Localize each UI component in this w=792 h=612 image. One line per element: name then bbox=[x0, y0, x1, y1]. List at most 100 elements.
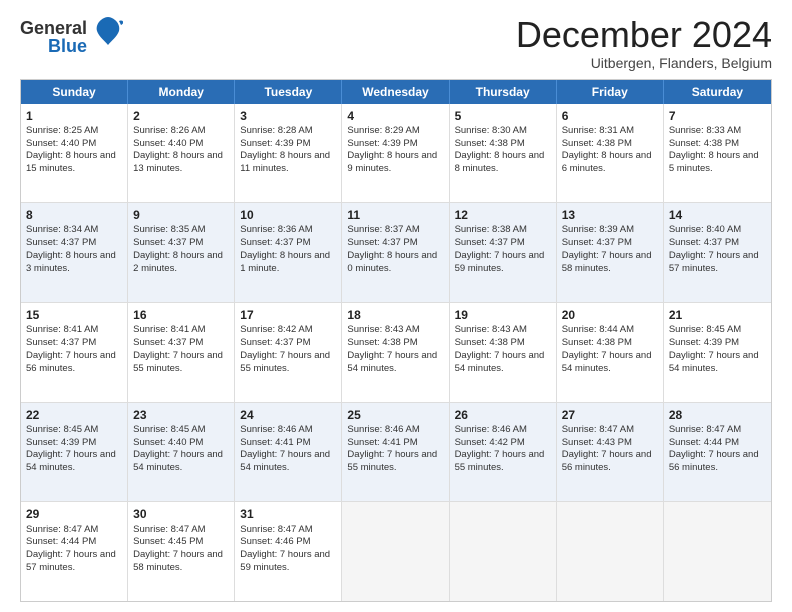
daylight-text: Daylight: 7 hours and 54 minutes. bbox=[669, 350, 759, 374]
logo-bird-icon bbox=[93, 15, 123, 58]
sunset-text: Sunset: 4:46 PM bbox=[240, 536, 310, 547]
sunset-text: Sunset: 4:43 PM bbox=[562, 437, 632, 448]
day-number: 5 bbox=[455, 108, 551, 124]
day-number: 17 bbox=[240, 307, 336, 323]
sunset-text: Sunset: 4:39 PM bbox=[669, 337, 739, 348]
header-friday: Friday bbox=[557, 80, 664, 104]
calendar-cell: 26 Sunrise: 8:46 AM Sunset: 4:42 PM Dayl… bbox=[450, 403, 557, 502]
calendar-cell: 4 Sunrise: 8:29 AM Sunset: 4:39 PM Dayli… bbox=[342, 104, 449, 203]
calendar-cell: 12 Sunrise: 8:38 AM Sunset: 4:37 PM Dayl… bbox=[450, 203, 557, 302]
header-saturday: Saturday bbox=[664, 80, 771, 104]
day-number: 14 bbox=[669, 207, 766, 223]
calendar-row: 15 Sunrise: 8:41 AM Sunset: 4:37 PM Dayl… bbox=[21, 303, 771, 403]
sunrise-text: Sunrise: 8:25 AM bbox=[26, 125, 98, 136]
calendar-body: 1 Sunrise: 8:25 AM Sunset: 4:40 PM Dayli… bbox=[21, 104, 771, 601]
sunset-text: Sunset: 4:37 PM bbox=[455, 237, 525, 248]
calendar-cell: 21 Sunrise: 8:45 AM Sunset: 4:39 PM Dayl… bbox=[664, 303, 771, 402]
day-number: 12 bbox=[455, 207, 551, 223]
day-number: 23 bbox=[133, 407, 229, 423]
header-wednesday: Wednesday bbox=[342, 80, 449, 104]
sunrise-text: Sunrise: 8:36 AM bbox=[240, 224, 312, 235]
sunrise-text: Sunrise: 8:47 AM bbox=[562, 424, 634, 435]
sunset-text: Sunset: 4:37 PM bbox=[133, 237, 203, 248]
day-number: 4 bbox=[347, 108, 443, 124]
daylight-text: Daylight: 8 hours and 9 minutes. bbox=[347, 150, 437, 174]
sunset-text: Sunset: 4:41 PM bbox=[240, 437, 310, 448]
sunset-text: Sunset: 4:37 PM bbox=[26, 337, 96, 348]
logo: General Blue bbox=[20, 15, 123, 58]
sunrise-text: Sunrise: 8:34 AM bbox=[26, 224, 98, 235]
sunrise-text: Sunrise: 8:41 AM bbox=[26, 324, 98, 335]
sunrise-text: Sunrise: 8:45 AM bbox=[669, 324, 741, 335]
sunrise-text: Sunrise: 8:47 AM bbox=[240, 524, 312, 535]
daylight-text: Daylight: 8 hours and 6 minutes. bbox=[562, 150, 652, 174]
daylight-text: Daylight: 8 hours and 3 minutes. bbox=[26, 250, 116, 274]
header-monday: Monday bbox=[128, 80, 235, 104]
daylight-text: Daylight: 7 hours and 55 minutes. bbox=[133, 350, 223, 374]
daylight-text: Daylight: 7 hours and 54 minutes. bbox=[455, 350, 545, 374]
calendar-cell: 3 Sunrise: 8:28 AM Sunset: 4:39 PM Dayli… bbox=[235, 104, 342, 203]
sunrise-text: Sunrise: 8:46 AM bbox=[347, 424, 419, 435]
calendar-cell: 28 Sunrise: 8:47 AM Sunset: 4:44 PM Dayl… bbox=[664, 403, 771, 502]
daylight-text: Daylight: 8 hours and 13 minutes. bbox=[133, 150, 223, 174]
sunset-text: Sunset: 4:37 PM bbox=[133, 337, 203, 348]
day-number: 31 bbox=[240, 506, 336, 522]
header-tuesday: Tuesday bbox=[235, 80, 342, 104]
day-number: 20 bbox=[562, 307, 658, 323]
daylight-text: Daylight: 8 hours and 5 minutes. bbox=[669, 150, 759, 174]
calendar: Sunday Monday Tuesday Wednesday Thursday… bbox=[20, 79, 772, 602]
day-number: 30 bbox=[133, 506, 229, 522]
daylight-text: Daylight: 8 hours and 0 minutes. bbox=[347, 250, 437, 274]
calendar-cell: 23 Sunrise: 8:45 AM Sunset: 4:40 PM Dayl… bbox=[128, 403, 235, 502]
calendar-cell: 5 Sunrise: 8:30 AM Sunset: 4:38 PM Dayli… bbox=[450, 104, 557, 203]
calendar-cell: 1 Sunrise: 8:25 AM Sunset: 4:40 PM Dayli… bbox=[21, 104, 128, 203]
daylight-text: Daylight: 7 hours and 54 minutes. bbox=[133, 449, 223, 473]
day-number: 25 bbox=[347, 407, 443, 423]
calendar-cell bbox=[557, 502, 664, 601]
calendar-cell: 9 Sunrise: 8:35 AM Sunset: 4:37 PM Dayli… bbox=[128, 203, 235, 302]
day-number: 19 bbox=[455, 307, 551, 323]
sunrise-text: Sunrise: 8:31 AM bbox=[562, 125, 634, 136]
day-number: 26 bbox=[455, 407, 551, 423]
calendar-cell: 19 Sunrise: 8:43 AM Sunset: 4:38 PM Dayl… bbox=[450, 303, 557, 402]
sunrise-text: Sunrise: 8:45 AM bbox=[26, 424, 98, 435]
calendar-row: 29 Sunrise: 8:47 AM Sunset: 4:44 PM Dayl… bbox=[21, 502, 771, 601]
sunrise-text: Sunrise: 8:47 AM bbox=[133, 524, 205, 535]
sunrise-text: Sunrise: 8:43 AM bbox=[455, 324, 527, 335]
daylight-text: Daylight: 8 hours and 15 minutes. bbox=[26, 150, 116, 174]
daylight-text: Daylight: 8 hours and 11 minutes. bbox=[240, 150, 330, 174]
day-number: 13 bbox=[562, 207, 658, 223]
day-number: 18 bbox=[347, 307, 443, 323]
daylight-text: Daylight: 8 hours and 2 minutes. bbox=[133, 250, 223, 274]
calendar-cell: 24 Sunrise: 8:46 AM Sunset: 4:41 PM Dayl… bbox=[235, 403, 342, 502]
calendar-cell: 17 Sunrise: 8:42 AM Sunset: 4:37 PM Dayl… bbox=[235, 303, 342, 402]
calendar-cell: 15 Sunrise: 8:41 AM Sunset: 4:37 PM Dayl… bbox=[21, 303, 128, 402]
day-number: 29 bbox=[26, 506, 122, 522]
calendar-cell: 14 Sunrise: 8:40 AM Sunset: 4:37 PM Dayl… bbox=[664, 203, 771, 302]
header-thursday: Thursday bbox=[450, 80, 557, 104]
calendar-cell: 10 Sunrise: 8:36 AM Sunset: 4:37 PM Dayl… bbox=[235, 203, 342, 302]
calendar-cell: 31 Sunrise: 8:47 AM Sunset: 4:46 PM Dayl… bbox=[235, 502, 342, 601]
sunrise-text: Sunrise: 8:46 AM bbox=[240, 424, 312, 435]
calendar-cell: 20 Sunrise: 8:44 AM Sunset: 4:38 PM Dayl… bbox=[557, 303, 664, 402]
calendar-cell: 8 Sunrise: 8:34 AM Sunset: 4:37 PM Dayli… bbox=[21, 203, 128, 302]
day-number: 24 bbox=[240, 407, 336, 423]
day-number: 7 bbox=[669, 108, 766, 124]
sunrise-text: Sunrise: 8:41 AM bbox=[133, 324, 205, 335]
calendar-cell bbox=[450, 502, 557, 601]
sunrise-text: Sunrise: 8:29 AM bbox=[347, 125, 419, 136]
sunrise-text: Sunrise: 8:42 AM bbox=[240, 324, 312, 335]
sunrise-text: Sunrise: 8:40 AM bbox=[669, 224, 741, 235]
calendar-cell: 6 Sunrise: 8:31 AM Sunset: 4:38 PM Dayli… bbox=[557, 104, 664, 203]
sunset-text: Sunset: 4:38 PM bbox=[347, 337, 417, 348]
day-number: 9 bbox=[133, 207, 229, 223]
daylight-text: Daylight: 7 hours and 54 minutes. bbox=[26, 449, 116, 473]
sunrise-text: Sunrise: 8:38 AM bbox=[455, 224, 527, 235]
sunrise-text: Sunrise: 8:45 AM bbox=[133, 424, 205, 435]
subtitle: Uitbergen, Flanders, Belgium bbox=[516, 55, 772, 71]
sunrise-text: Sunrise: 8:30 AM bbox=[455, 125, 527, 136]
calendar-cell: 2 Sunrise: 8:26 AM Sunset: 4:40 PM Dayli… bbox=[128, 104, 235, 203]
daylight-text: Daylight: 7 hours and 56 minutes. bbox=[26, 350, 116, 374]
sunrise-text: Sunrise: 8:33 AM bbox=[669, 125, 741, 136]
page: General Blue December 2024 Uitbergen, Fl… bbox=[0, 0, 792, 612]
